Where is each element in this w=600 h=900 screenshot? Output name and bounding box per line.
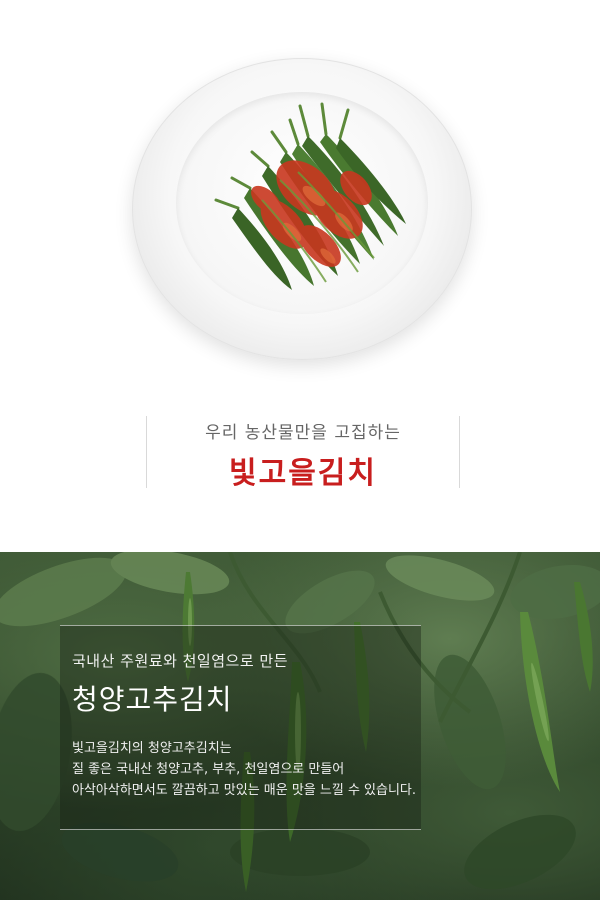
- header-subtitle: 우리 농산물만을 고집하는: [205, 423, 401, 443]
- product-description: 빛고을김치의 청양고추김치는 질 좋은 국내산 청양고추, 부추, 천일염으로 …: [72, 738, 422, 801]
- description-line: 질 좋은 국내산 청양고추, 부추, 천일염으로 만들어: [72, 762, 345, 777]
- product-title: 청양고추김치: [72, 683, 233, 716]
- top-section: 우리 농산물만을 고집하는 빛고을김치: [0, 0, 600, 552]
- product-info-box: 국내산 주원료와 천일염으로 만든 청양고추김치 빛고을김치의 청양고추김치는 …: [60, 625, 421, 830]
- description-line: 아삭아삭하면서도 깔끔하고 맛있는 매운 맛을 느낄 수 있습니다.: [72, 783, 417, 798]
- product-lead: 국내산 주원료와 천일염으로 만든: [72, 652, 289, 670]
- pepper-kimchi-icon: [214, 102, 406, 290]
- title-block: 우리 농산물만을 고집하는 빛고을김치: [146, 416, 460, 491]
- description-line: 빛고을김치의 청양고추김치는: [72, 741, 232, 756]
- brand-title: 빛고을김치: [229, 456, 377, 491]
